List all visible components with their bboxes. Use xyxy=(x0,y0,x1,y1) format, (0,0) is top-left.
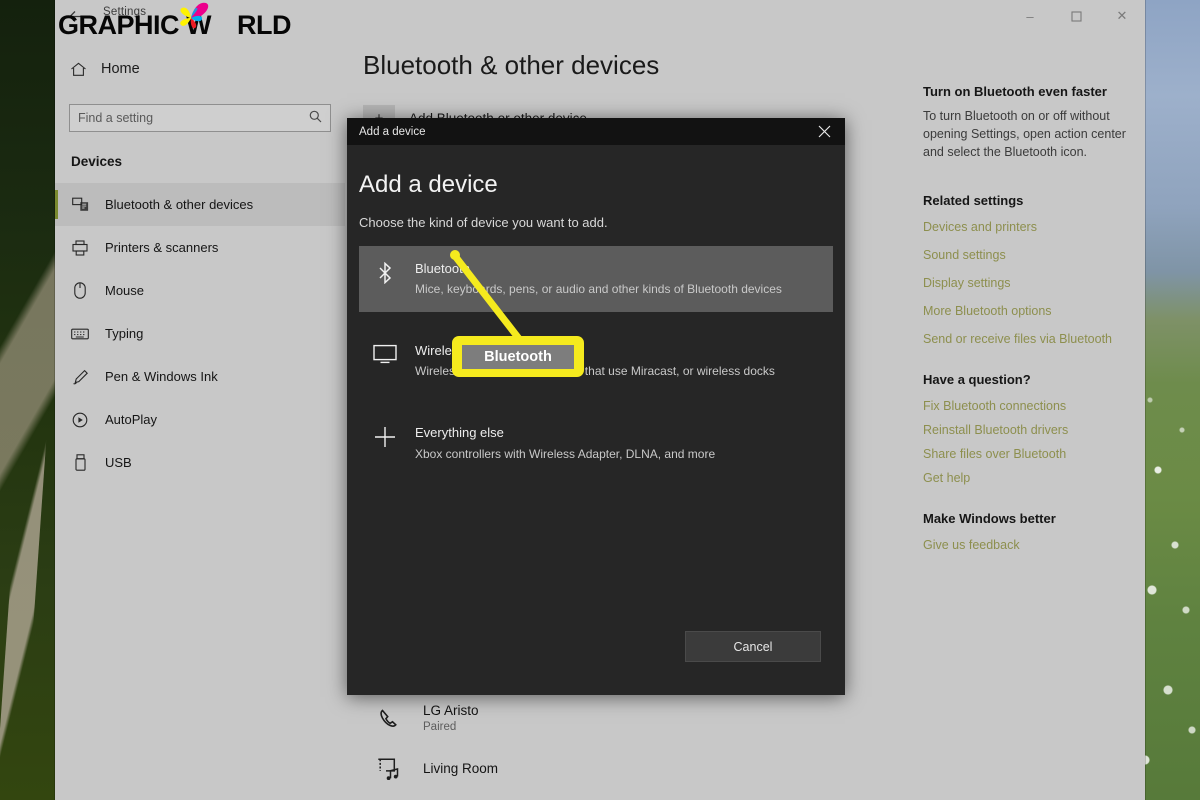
search-input[interactable] xyxy=(78,111,309,125)
sidebar-item-label: USB xyxy=(105,455,132,470)
graphic-world-watermark: GRAPHIC W RLD xyxy=(58,2,292,42)
dialog-titlebar: Add a device xyxy=(347,118,845,145)
dialog-body: Add a device Choose the kind of device y… xyxy=(347,145,845,695)
settings-sidebar: Home Devices Bluetooth & oth xyxy=(55,32,345,800)
sidebar-item-autoplay[interactable]: AutoPlay xyxy=(55,398,345,441)
search-box[interactable] xyxy=(69,104,331,132)
sidebar-item-typing[interactable]: Typing xyxy=(55,312,345,355)
list-item[interactable]: Living Room xyxy=(363,744,883,794)
make-windows-better-title: Make Windows better xyxy=(923,511,1056,527)
link-devices-and-printers[interactable]: Devices and printers xyxy=(923,220,1127,234)
plus-icon xyxy=(373,424,397,448)
dialog-option-wireless-display-or-dock[interactable]: Wireless display or dock Wireless monito… xyxy=(359,328,833,394)
sidebar-item-label: Bluetooth & other devices xyxy=(105,197,254,212)
sidebar-nav-list: Bluetooth & other devices Printers & sca… xyxy=(55,183,345,484)
bluetooth-devices-icon xyxy=(71,196,89,214)
sidebar-item-mouse[interactable]: Mouse xyxy=(55,269,345,312)
link-get-help[interactable]: Get help xyxy=(923,471,1127,485)
option-title: Wireless display or dock xyxy=(415,343,556,359)
media-device-icon xyxy=(375,758,405,780)
link-sound-settings[interactable]: Sound settings xyxy=(923,248,1127,262)
cancel-button[interactable]: Cancel xyxy=(685,631,821,662)
tip-body: To turn Bluetooth on or off without open… xyxy=(923,109,1126,160)
tip-title: Turn on Bluetooth even faster xyxy=(923,84,1107,99)
have-a-question-title: Have a question? xyxy=(923,372,1031,388)
search-icon xyxy=(309,110,322,126)
sidebar-item-printers-scanners[interactable]: Printers & scanners xyxy=(55,226,345,269)
window-controls: – ✕ xyxy=(1007,0,1145,32)
dialog-titlebar-text: Add a device xyxy=(359,125,426,138)
link-more-bluetooth-options[interactable]: More Bluetooth options xyxy=(923,304,1127,318)
sidebar-item-label: AutoPlay xyxy=(105,412,158,427)
home-label: Home xyxy=(101,61,140,77)
sidebar-item-label: Printers & scanners xyxy=(105,240,219,255)
paired-device-list: LG Aristo Paired Living Room xyxy=(363,694,883,794)
sidebar-item-label: Typing xyxy=(105,326,144,341)
printer-icon xyxy=(71,239,89,257)
link-display-settings[interactable]: Display settings xyxy=(923,276,1127,290)
sidebar-item-pen-windows-ink[interactable]: Pen & Windows Ink xyxy=(55,355,345,398)
dialog-option-everything-else[interactable]: Everything else Xbox controllers with Wi… xyxy=(359,410,833,476)
link-reinstall-bluetooth-drivers[interactable]: Reinstall Bluetooth drivers xyxy=(923,423,1127,437)
sidebar-item-bluetooth-other-devices[interactable]: Bluetooth & other devices xyxy=(55,183,345,226)
sidebar-item-label: Mouse xyxy=(105,283,145,298)
sidebar-item-label: Pen & Windows Ink xyxy=(105,369,218,384)
autoplay-icon xyxy=(71,411,89,429)
close-icon[interactable] xyxy=(803,118,845,145)
link-give-us-feedback[interactable]: Give us feedback xyxy=(923,538,1127,552)
option-title: Everything else xyxy=(415,425,504,441)
have-a-question-group: Have a question? Fix Bluetooth connectio… xyxy=(923,372,1127,485)
list-item[interactable]: LG Aristo Paired xyxy=(363,694,883,744)
link-share-files-over-bluetooth[interactable]: Share files over Bluetooth xyxy=(923,447,1127,461)
option-description: Wireless monitors, TVs, or PCs that use … xyxy=(415,364,775,379)
sidebar-item-home[interactable]: Home xyxy=(55,52,345,86)
mouse-icon xyxy=(71,282,89,300)
option-description: Xbox controllers with Wireless Adapter, … xyxy=(415,446,716,461)
device-status: Paired xyxy=(423,720,457,733)
sidebar-item-usb[interactable]: USB xyxy=(55,441,345,484)
settings-right-rail: Turn on Bluetooth even faster To turn Bl… xyxy=(905,32,1145,800)
device-name: LG Aristo xyxy=(423,703,479,719)
bluetooth-icon xyxy=(373,260,397,284)
butterfly-logo-icon xyxy=(180,2,209,29)
phone-icon xyxy=(375,707,405,731)
home-icon xyxy=(69,62,87,77)
pen-icon xyxy=(71,368,89,386)
minimize-button[interactable]: – xyxy=(1007,0,1053,32)
usb-icon xyxy=(71,454,89,472)
option-description: Mice, keyboards, pens, or audio and othe… xyxy=(415,282,782,297)
option-title: Bluetooth xyxy=(415,261,470,276)
device-name: Living Room xyxy=(423,760,499,776)
keyboard-icon xyxy=(71,325,89,343)
dialog-option-bluetooth[interactable]: Bluetooth Mice, keyboards, pens, or audi… xyxy=(359,246,833,313)
page-title: Bluetooth & other devices xyxy=(363,50,660,80)
maximize-button[interactable] xyxy=(1053,0,1099,32)
sidebar-section-title: Devices xyxy=(71,154,123,169)
monitor-icon xyxy=(373,342,397,364)
make-windows-better-group: Make Windows better Give us feedback xyxy=(923,511,1127,552)
related-settings-group: Related settings Devices and printers So… xyxy=(923,193,1127,346)
add-a-device-dialog: Add a device Add a device Choose the kin… xyxy=(347,118,845,695)
link-send-or-receive-files-via-bluetooth[interactable]: Send or receive files via Bluetooth xyxy=(923,332,1127,346)
link-fix-bluetooth-connections[interactable]: Fix Bluetooth connections xyxy=(923,399,1127,413)
close-button[interactable]: ✕ xyxy=(1099,0,1145,32)
related-settings-title: Related settings xyxy=(923,193,1024,209)
dialog-subheading: Choose the kind of device you want to ad… xyxy=(359,215,608,230)
dialog-heading: Add a device xyxy=(359,171,498,198)
